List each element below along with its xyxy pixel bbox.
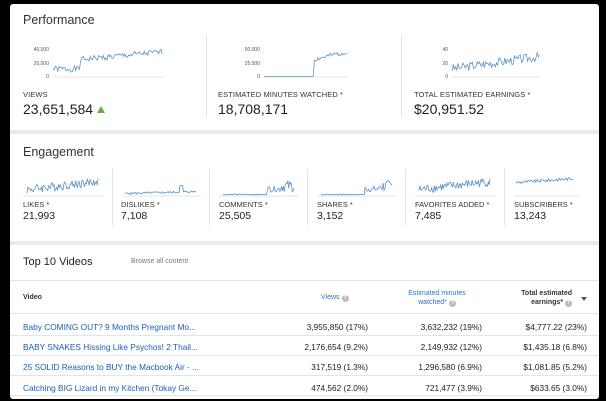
earnings-sparkline: 40 20 0 xyxy=(442,47,540,80)
dislikes-card[interactable]: DISLIKES * 7,108 xyxy=(121,170,217,236)
divider xyxy=(206,36,207,116)
table-rule xyxy=(10,355,599,356)
tick-label: 25,000 xyxy=(245,61,261,67)
tick-label: 50,000 xyxy=(245,47,261,53)
column-header-video: Video xyxy=(23,294,42,301)
table-rule xyxy=(10,395,599,396)
views-card[interactable]: 40,000 20,000 0 VIEWS 23,651,584 xyxy=(23,40,203,120)
earnings-cell: $633.65 (3.0%) xyxy=(530,383,587,393)
tick-label: 0 xyxy=(445,74,448,80)
subscribers-sparkline xyxy=(514,177,579,197)
subscribers-value: 13,243 xyxy=(514,210,547,222)
views-cell: 3,955,850 (17%) xyxy=(306,322,368,332)
earnings-value: $20,951.52 xyxy=(414,101,485,117)
views-value: 23,651,584 xyxy=(23,101,106,117)
divider xyxy=(405,169,406,225)
favorites-sparkline xyxy=(415,178,495,197)
help-icon[interactable]: ? xyxy=(341,295,349,302)
comments-card[interactable]: COMMENTS * 25,505 xyxy=(219,170,315,236)
table-rule xyxy=(10,375,599,376)
divider xyxy=(112,169,113,225)
minutes-sparkline: 50,000 25,000 0 xyxy=(245,47,348,80)
divider xyxy=(307,169,308,225)
engagement-title: Engagement xyxy=(23,145,94,159)
up-arrow-icon xyxy=(97,106,106,113)
column-header-earnings[interactable]: Total estimated earnings* ? xyxy=(498,289,572,307)
earnings-cell: $4,777.22 (23%) xyxy=(525,322,587,332)
shares-value: 3,152 xyxy=(317,210,344,222)
comments-value: 25,505 xyxy=(219,210,252,222)
likes-value: 21,993 xyxy=(23,210,56,222)
video-title-link[interactable]: 25 SOLID Reasons to BUY the Macbook Air … xyxy=(23,362,233,372)
help-icon[interactable]: ? xyxy=(448,300,456,307)
minutes-label: ESTIMATED MINUTES WATCHED * xyxy=(218,90,344,99)
tick-label: 40,000 xyxy=(34,47,50,53)
minutes-cell: 3,632,232 (19%) xyxy=(420,322,482,332)
minutes-cell: 721,477 (3.9%) xyxy=(425,383,482,393)
comments-sparkline xyxy=(219,180,299,197)
section-divider xyxy=(10,130,599,134)
table-rule xyxy=(10,313,599,314)
views-cell: 317,519 (1.3%) xyxy=(311,362,368,372)
earnings-cell: $1,081.85 (5.2%) xyxy=(523,362,587,372)
divider xyxy=(504,169,505,225)
comments-label: COMMENTS * xyxy=(219,200,268,209)
minutes-cell: 1,296,580 (6.9%) xyxy=(418,362,482,372)
earnings-card[interactable]: 40 20 0 TOTAL ESTIMATED EARNINGS * $20,9… xyxy=(414,40,594,120)
favorites-value: 7,485 xyxy=(415,210,442,222)
favorites-card[interactable]: FAVORITES ADDED * 7,485 xyxy=(415,170,511,236)
views-sparkline: 40,000 20,000 0 xyxy=(34,47,163,80)
top-videos-title: Top 10 Videos xyxy=(23,256,93,268)
favorites-label: FAVORITES ADDED * xyxy=(415,200,490,209)
earnings-label: TOTAL ESTIMATED EARNINGS * xyxy=(414,90,531,99)
subscribers-label: SUBSCRIBERS * xyxy=(514,200,573,209)
table-rule xyxy=(10,280,599,281)
dislikes-sparkline xyxy=(121,184,201,197)
tick-label: 0 xyxy=(46,74,49,80)
shares-sparkline xyxy=(317,179,397,197)
minutes-card[interactable]: 50,000 25,000 0 ESTIMATED MINUTES WATCHE… xyxy=(218,40,398,120)
performance-title: Performance xyxy=(23,13,95,27)
tick-label: 40 xyxy=(442,47,448,53)
video-title-link[interactable]: Catching BIG Lizard in my Kitchen (Tokay… xyxy=(23,383,233,393)
views-cell: 2,176,654 (9.2%) xyxy=(304,342,368,352)
likes-card[interactable]: LIKES * 21,993 xyxy=(23,170,119,236)
likes-sparkline xyxy=(23,178,103,197)
likes-label: LIKES * xyxy=(23,200,50,209)
column-header-minutes[interactable]: Estimated minutes watched* ? xyxy=(392,289,482,307)
section-divider xyxy=(10,241,599,245)
analytics-panel: Performance 40,000 20,000 0 VIEWS 23,651… xyxy=(10,4,599,399)
subscribers-card[interactable]: SUBSCRIBERS * 13,243 xyxy=(514,170,599,236)
tick-label: 20 xyxy=(442,61,448,67)
views-label: VIEWS xyxy=(23,90,48,99)
table-rule xyxy=(10,335,599,336)
column-header-views[interactable]: Views ? xyxy=(321,294,349,302)
sort-caret-icon[interactable] xyxy=(581,297,587,301)
divider xyxy=(401,36,402,116)
dislikes-label: DISLIKES * xyxy=(121,200,160,209)
video-title-link[interactable]: BABY SNAKES Hissing Like Psychos! 2 Thai… xyxy=(23,342,233,352)
tick-label: 20,000 xyxy=(34,61,50,67)
divider xyxy=(209,169,210,225)
shares-label: SHARES * xyxy=(317,200,353,209)
tick-label: 0 xyxy=(257,74,260,80)
browse-all-link[interactable]: Browse all content xyxy=(131,258,188,265)
shares-card[interactable]: SHARES * 3,152 xyxy=(317,170,413,236)
help-icon[interactable]: ? xyxy=(565,300,572,307)
views-cell: 474,562 (2.0%) xyxy=(311,383,368,393)
video-title-link[interactable]: Baby COMING OUT? 9 Months Pregnant Mo... xyxy=(23,322,233,332)
earnings-cell: $1,435.18 (6.8%) xyxy=(523,342,587,352)
minutes-cell: 2,149,932 (12%) xyxy=(420,342,482,352)
minutes-value: 18,708,171 xyxy=(218,101,289,117)
dislikes-value: 7,108 xyxy=(121,210,148,222)
